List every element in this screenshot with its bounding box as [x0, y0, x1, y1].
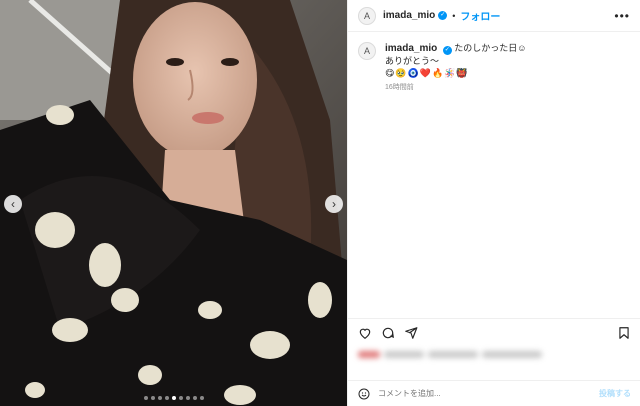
chevron-left-icon: ‹ — [11, 197, 15, 211]
slide-dot — [199, 396, 204, 400]
caption-text-line2: ありがとう〜 — [385, 56, 440, 66]
slide-dot — [150, 396, 155, 400]
avatar-glyph: A — [363, 46, 370, 56]
caption-emojis: 😋🥹🧿❤️🔥🪅👹 — [385, 68, 469, 78]
separator: • — [452, 10, 456, 21]
slide-dot — [157, 396, 162, 400]
chevron-right-icon: › — [332, 197, 336, 211]
comment-input[interactable] — [378, 389, 599, 398]
slide-dot — [178, 396, 183, 400]
caption: A imada_mio ✓ たのしかった日☺︎ ありがとう〜 😋🥹🧿❤️🔥🪅👹 … — [358, 42, 526, 94]
post-media[interactable]: ‹ › — [0, 0, 347, 406]
more-options-icon[interactable]: ••• — [614, 9, 630, 23]
share-icon[interactable] — [404, 326, 418, 340]
slide-indicator — [0, 396, 347, 400]
follow-button[interactable]: フォロー — [460, 8, 500, 23]
slide-dot — [164, 396, 169, 400]
bookmark-icon[interactable] — [617, 326, 631, 340]
verified-badge-icon: ✓ — [442, 46, 452, 55]
slide-dot — [171, 396, 176, 400]
caption-username[interactable]: imada_mio — [385, 43, 437, 54]
slide-dot — [185, 396, 190, 400]
comment-bar: 投稿する — [348, 380, 640, 406]
slide-dot — [143, 396, 148, 400]
avatar-glyph: A — [363, 10, 370, 21]
avatar[interactable]: A — [358, 6, 376, 25]
post-comment-button[interactable]: 投稿する — [599, 388, 631, 399]
next-slide-button[interactable]: › — [325, 195, 343, 213]
verified-badge-icon: ✓ — [438, 11, 448, 20]
timestamp[interactable]: 16時間前 — [385, 82, 526, 94]
post-photo — [0, 0, 347, 406]
caption-text-line1: たのしかった日☺︎ — [454, 43, 527, 53]
post-sidebar: A imada_mio ✓ • フォロー ••• A imada_mio ✓ た… — [347, 0, 640, 406]
username[interactable]: imada_mio — [383, 10, 435, 21]
slide-dot — [192, 396, 197, 400]
comment-icon[interactable] — [381, 326, 395, 340]
heart-icon[interactable] — [358, 326, 372, 340]
post-dialog: ‹ › A imada_mio ✓ • フォロー ••• A imada_mio… — [0, 0, 640, 406]
post-actions — [348, 318, 640, 346]
caption-avatar[interactable]: A — [358, 42, 376, 60]
blurred-likes — [358, 348, 558, 360]
caption-body: imada_mio ✓ たのしかった日☺︎ ありがとう〜 😋🥹🧿❤️🔥🪅👹 16… — [385, 42, 526, 94]
smiley-icon[interactable] — [358, 388, 370, 400]
post-header: A imada_mio ✓ • フォロー ••• — [348, 0, 640, 32]
previous-slide-button[interactable]: ‹ — [4, 195, 22, 213]
